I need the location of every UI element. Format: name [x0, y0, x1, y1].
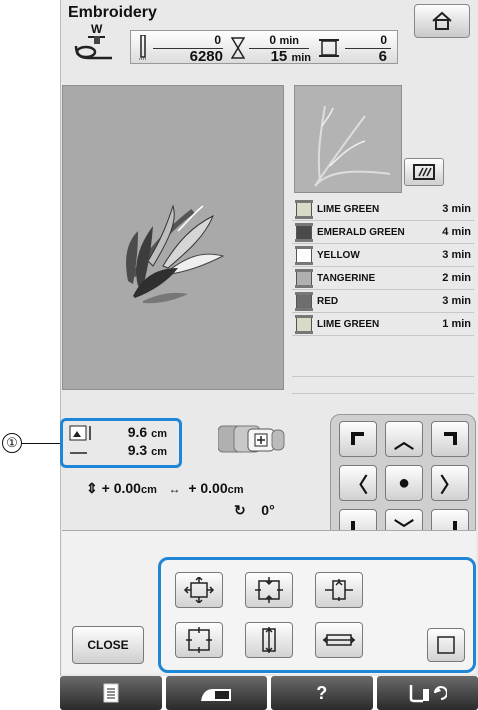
- chevron-left-icon: 〈: [348, 474, 368, 497]
- position-readout: ⇕ + 0.00cm ↔ + 0.00cm: [86, 480, 244, 496]
- enlarge-frame-button[interactable]: [175, 622, 223, 658]
- move-left-button[interactable]: 〈: [339, 465, 377, 501]
- hoop-icon: [413, 164, 435, 180]
- narrow-horizontal-button[interactable]: [245, 622, 293, 658]
- pattern-width: 9.3 cm: [127, 442, 167, 458]
- home-icon: [432, 11, 452, 30]
- thread-color-row: RED 3 min: [292, 290, 474, 313]
- hoop-toggle-icon: [217, 425, 285, 453]
- thread-color-time: 1 min: [442, 318, 471, 330]
- thread-color-name: RED: [317, 295, 339, 307]
- horizontal-arrow-icon: ↔: [168, 482, 181, 496]
- presser-foot-w-icon: W: [72, 22, 124, 62]
- move-up-button[interactable]: ︿: [385, 421, 423, 457]
- vertical-arrow-icon: ⇕: [86, 480, 98, 496]
- thread-color-name: TANGERINE: [317, 272, 376, 284]
- thread-spool-swatch-icon: [295, 291, 313, 311]
- thread-color-name: EMERALD GREEN: [317, 226, 405, 238]
- stretch-vertical-button[interactable]: [315, 572, 363, 608]
- color-current: 0: [380, 33, 387, 47]
- corner-up-left-icon: [351, 432, 364, 445]
- embroidery-design-image: [126, 204, 225, 304]
- square-icon: [437, 636, 455, 654]
- thread-color-row: YELLOW 3 min: [292, 244, 474, 267]
- thread-color-time: 3 min: [442, 203, 471, 215]
- hoop-display-toggle[interactable]: [217, 422, 286, 456]
- thread-color-list: LIME GREEN 3 min EMERALD GREEN 4 min YELLOW 3…: [292, 198, 474, 336]
- rotation-icon: ↻: [234, 502, 246, 518]
- design-outline-image: [314, 105, 391, 187]
- thread-color-row: LIME GREEN 1 min: [292, 313, 474, 336]
- hourglass-icon: [231, 37, 245, 59]
- thread-spool-swatch-icon: [295, 268, 313, 288]
- pattern-height: 9.6 cm: [127, 424, 167, 440]
- stretch-vertical-icon: [325, 579, 353, 601]
- document-icon: [103, 683, 119, 703]
- thread-color-name: LIME GREEN: [317, 203, 380, 215]
- help-button[interactable]: ?: [271, 676, 373, 710]
- color-list-empty-rows: [292, 376, 474, 410]
- thread-color-name: YELLOW: [317, 249, 360, 261]
- thread-settings-button[interactable]: [376, 676, 478, 710]
- rotation-readout: ↻ 0°: [234, 502, 275, 519]
- thread-color-name: LIME GREEN: [317, 318, 380, 330]
- callout-line: [22, 443, 60, 444]
- corner-up-right-icon: [444, 432, 457, 445]
- thread-color-row: TANGERINE 2 min: [292, 267, 474, 290]
- chevron-up-icon: ︿: [394, 430, 414, 453]
- position-x: + 0.00: [188, 480, 228, 496]
- home-button[interactable]: [414, 4, 470, 38]
- thread-spool-swatch-icon: [295, 245, 313, 265]
- needle-icon: [139, 35, 147, 60]
- settings-page-button[interactable]: [60, 676, 162, 710]
- sewing-machine-icon: [201, 689, 232, 701]
- thread-spool-swatch-icon: [295, 199, 313, 219]
- callout-number: ①: [2, 433, 22, 453]
- thread-spool-swatch-icon: [295, 222, 313, 242]
- reduce-proportional-button[interactable]: [245, 572, 293, 608]
- stitch-total: 6280: [189, 48, 223, 65]
- move-right-button[interactable]: 〉: [431, 465, 469, 501]
- narrow-horizontal-icon: [262, 627, 276, 653]
- move-up-right-button[interactable]: [431, 421, 469, 457]
- center-dot-icon: ●: [397, 471, 411, 494]
- time-current: 0 min: [269, 33, 299, 47]
- thread-color-time: 3 min: [442, 249, 471, 261]
- move-up-left-button[interactable]: [339, 421, 377, 457]
- thread-color-time: 4 min: [442, 226, 471, 238]
- bottom-toolbar: ?: [60, 676, 478, 710]
- reduce-all-icon: [255, 577, 283, 603]
- enlarge-all-icon: [183, 577, 215, 603]
- thread-color-time: 2 min: [442, 272, 471, 284]
- thread-color-time: 3 min: [442, 295, 471, 307]
- rotation-angle: 0°: [261, 502, 275, 518]
- enlarge-proportional-button[interactable]: [175, 572, 223, 608]
- pattern-size-display: 9.6 cm 9.3 cm: [60, 418, 182, 468]
- design-thumbnail: [294, 85, 402, 193]
- stretch-horizontal-button[interactable]: [315, 622, 363, 658]
- reset-size-button[interactable]: [427, 628, 465, 662]
- position-y: + 0.00: [101, 480, 141, 496]
- center-button[interactable]: ●: [385, 465, 423, 501]
- embroidery-foot-button[interactable]: [165, 676, 267, 710]
- thread-color-row: LIME GREEN 3 min: [292, 198, 474, 221]
- embroidery-frame-button[interactable]: [404, 158, 444, 186]
- stitch-current: 0: [214, 33, 221, 47]
- chevron-right-icon: 〉: [440, 474, 460, 497]
- color-total: 6: [378, 48, 387, 65]
- size-adjust-group: [158, 557, 476, 673]
- screen-title: Embroidery: [68, 4, 157, 21]
- size-icon: [69, 425, 91, 454]
- close-button[interactable]: CLOSE: [72, 626, 144, 664]
- embroidery-preview: [62, 85, 284, 390]
- thread-color-row: EMERALD GREEN 4 min: [292, 221, 474, 244]
- progress-counter-bar: 0 6280 0 min 15 min 0 6: [130, 30, 398, 65]
- expand-frame-icon: [186, 627, 212, 653]
- thread-spool-icon: [319, 39, 339, 57]
- stretch-horizontal-icon: [323, 634, 355, 646]
- thread-change-icon: [410, 685, 448, 703]
- time-total: 15 min: [270, 48, 311, 65]
- thread-spool-swatch-icon: [295, 314, 313, 334]
